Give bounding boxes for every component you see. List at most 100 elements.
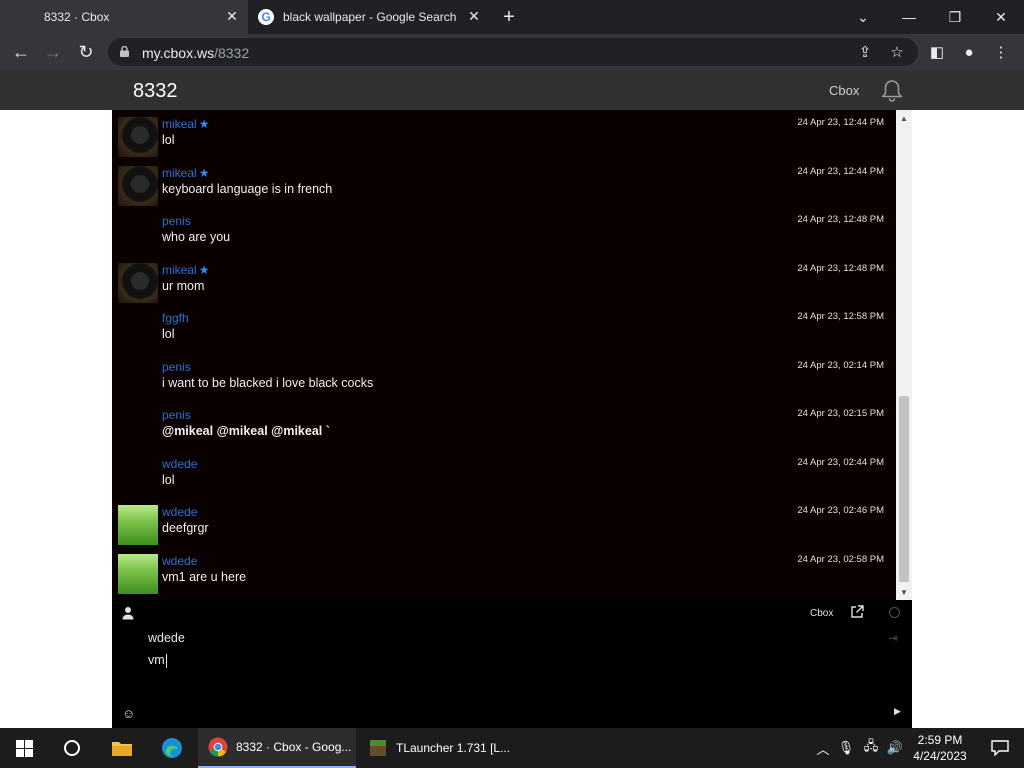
reload-icon[interactable]: ↻ [75,41,97,63]
side-panel-icon[interactable]: ◧ [926,41,948,63]
page-title: 8332 [133,80,178,102]
show-hidden-icons-chevron-icon[interactable]: ︿ [812,728,834,768]
message-row: penis @mikeal @mikeal @mikeal ` 24 Apr 23,… [112,401,896,449]
message-text: keyboard language is in french [162,182,333,196]
message-composer: wdede ⇥ vm ☺ ▶ [112,626,912,728]
address-bar[interactable]: my.cbox.ws/8332 ⇪ ☆ [108,38,918,66]
clock-time: 2:59 PM [917,733,963,747]
message-text: deefgrgr [162,521,209,535]
taskbar-tlauncher-window[interactable]: TLauncher 1.731 [L... [360,728,518,768]
chrome-icon [208,737,228,757]
message-timestamp: 24 Apr 23, 02:14 PM [797,360,884,371]
message-list: mikeal ★ lol 24 Apr 23, 12:44 PM mikeal ★ keyb… [112,110,896,600]
windows-start-icon[interactable] [0,728,48,768]
message-author[interactable]: penis [162,360,191,374]
avatar[interactable] [118,505,158,545]
scroll-thumb[interactable] [899,396,909,582]
message-scrollbar[interactable]: ▲ ▼ [896,110,912,600]
chat-box: mikeal ★ lol 24 Apr 23, 12:44 PM mikeal ★ keyb… [112,110,912,728]
message-row: penis who are you 24 Apr 23, 12:48 PM [112,207,896,255]
task-label: TLauncher 1.731 [L... [396,741,511,755]
tab-title: 8332 · Cbox [44,10,110,24]
emoji-icon[interactable]: ☺ [122,706,135,721]
avatar[interactable] [118,554,158,594]
bookmark-star-icon[interactable]: ☆ [886,41,908,63]
taskbar-clock[interactable]: 2:59 PM 4/24/2023 [906,732,974,764]
message-timestamp: 24 Apr 23, 02:46 PM [797,505,884,516]
message-text: vm1 are u here [162,570,247,584]
close-tab-icon[interactable]: ✕ [466,8,482,24]
tab-search-icon[interactable]: ⌄ [840,0,886,34]
scroll-up-arrow-icon[interactable]: ▲ [896,110,912,126]
avatar[interactable] [118,263,158,303]
message-author[interactable]: wdede [162,505,197,519]
message-author[interactable]: mikeal ★ [162,117,209,131]
new-tab-button[interactable]: + [498,6,520,28]
external-link-icon[interactable] [850,605,864,619]
message-timestamp: 24 Apr 23, 12:48 PM [797,263,884,274]
cbox-footer-link[interactable]: Cbox [810,608,833,619]
message-author[interactable]: wdede [162,554,197,568]
send-arrow-icon[interactable]: ▶ [894,706,901,717]
name-field[interactable]: wdede [148,631,185,645]
message-author[interactable]: penis [162,408,191,422]
user-icon[interactable] [122,606,134,620]
message-row: wdede lol 24 Apr 23, 02:44 PM [112,450,896,498]
close-tab-icon[interactable]: ✕ [224,8,240,24]
message-text: lol [162,327,175,341]
message-timestamp: 24 Apr 23, 02:58 PM [797,554,884,565]
message-timestamp: 24 Apr 23, 12:48 PM [797,214,884,225]
url-text: my.cbox.ws/8332 [142,45,250,61]
avatar[interactable] [118,117,158,157]
message-timestamp: 24 Apr 23, 12:58 PM [797,311,884,322]
message-text: lol [162,473,175,487]
cortana-search-icon[interactable] [48,728,96,768]
login-icon[interactable]: ⇥ [888,631,898,645]
volume-icon[interactable]: 🔊 [884,728,906,768]
profile-icon[interactable]: ● [958,41,980,63]
message-author[interactable]: mikeal ★ [162,263,209,277]
star-badge-icon: ★ [198,117,210,131]
star-badge-icon: ★ [198,263,210,277]
message-text: ur mom [162,279,205,293]
message-author[interactable]: mikeal ★ [162,166,209,180]
tlauncher-icon [370,740,386,756]
page: 8332 Cbox mikeal ★ lol 24 Apr 23, 12:44 PM m… [0,70,1024,728]
status-circle-icon [889,607,900,618]
message-row: mikeal ★ ur mom 24 Apr 23, 12:48 PM [112,256,896,304]
message-timestamp: 24 Apr 23, 12:44 PM [797,166,884,177]
tab-cbox[interactable]: 8332 · Cbox ✕ [0,0,248,34]
message-text: i want to be blacked i love black cocks [162,376,374,390]
edge-browser-icon[interactable] [150,728,194,768]
message-input[interactable]: vm [148,653,167,668]
scroll-down-arrow-icon[interactable]: ▼ [896,584,912,600]
forward-arrow-icon[interactable]: → [42,41,64,63]
microphone-icon[interactable]: 🎙 [836,728,856,768]
cbox-link[interactable]: Cbox [829,83,859,98]
message-row: wdede deefgrgr 24 Apr 23, 02:46 PM [112,498,896,546]
back-arrow-icon[interactable]: ← [10,41,32,63]
tab-google-search[interactable]: G black wallpaper - Google Search ✕ [250,0,490,34]
message-author[interactable]: wdede [162,457,197,471]
chat-footer: Cbox [112,600,912,626]
browser-titlebar: 8332 · Cbox ✕ G black wallpaper - Google… [0,0,1024,34]
notification-center-icon[interactable] [980,728,1020,768]
share-icon[interactable]: ⇪ [854,41,876,63]
bell-icon[interactable] [879,78,905,104]
network-icon[interactable]: 🖧 [860,728,882,768]
avatar[interactable] [118,166,158,206]
message-timestamp: 24 Apr 23, 02:15 PM [797,408,884,419]
restore-button[interactable]: ❐ [932,0,978,34]
taskbar-chrome-window[interactable]: 8332 · Cbox - Goog... [198,728,356,768]
message-row: mikeal ★ keyboard language is in french 24 … [112,159,896,207]
message-author[interactable]: fggfh [162,311,189,325]
minimize-button[interactable]: — [886,0,932,34]
message-row: penis i want to be blacked i love black c… [112,353,896,401]
file-explorer-icon[interactable] [100,728,144,768]
menu-kebab-icon[interactable]: ⋮ [990,41,1012,63]
cbox-header: 8332 Cbox [0,70,1024,110]
close-window-button[interactable]: ✕ [978,0,1024,34]
message-author[interactable]: penis [162,214,191,228]
message-row: wdede vm1 are u here 24 Apr 23, 02:58 PM [112,547,896,595]
star-badge-icon: ★ [198,166,210,180]
